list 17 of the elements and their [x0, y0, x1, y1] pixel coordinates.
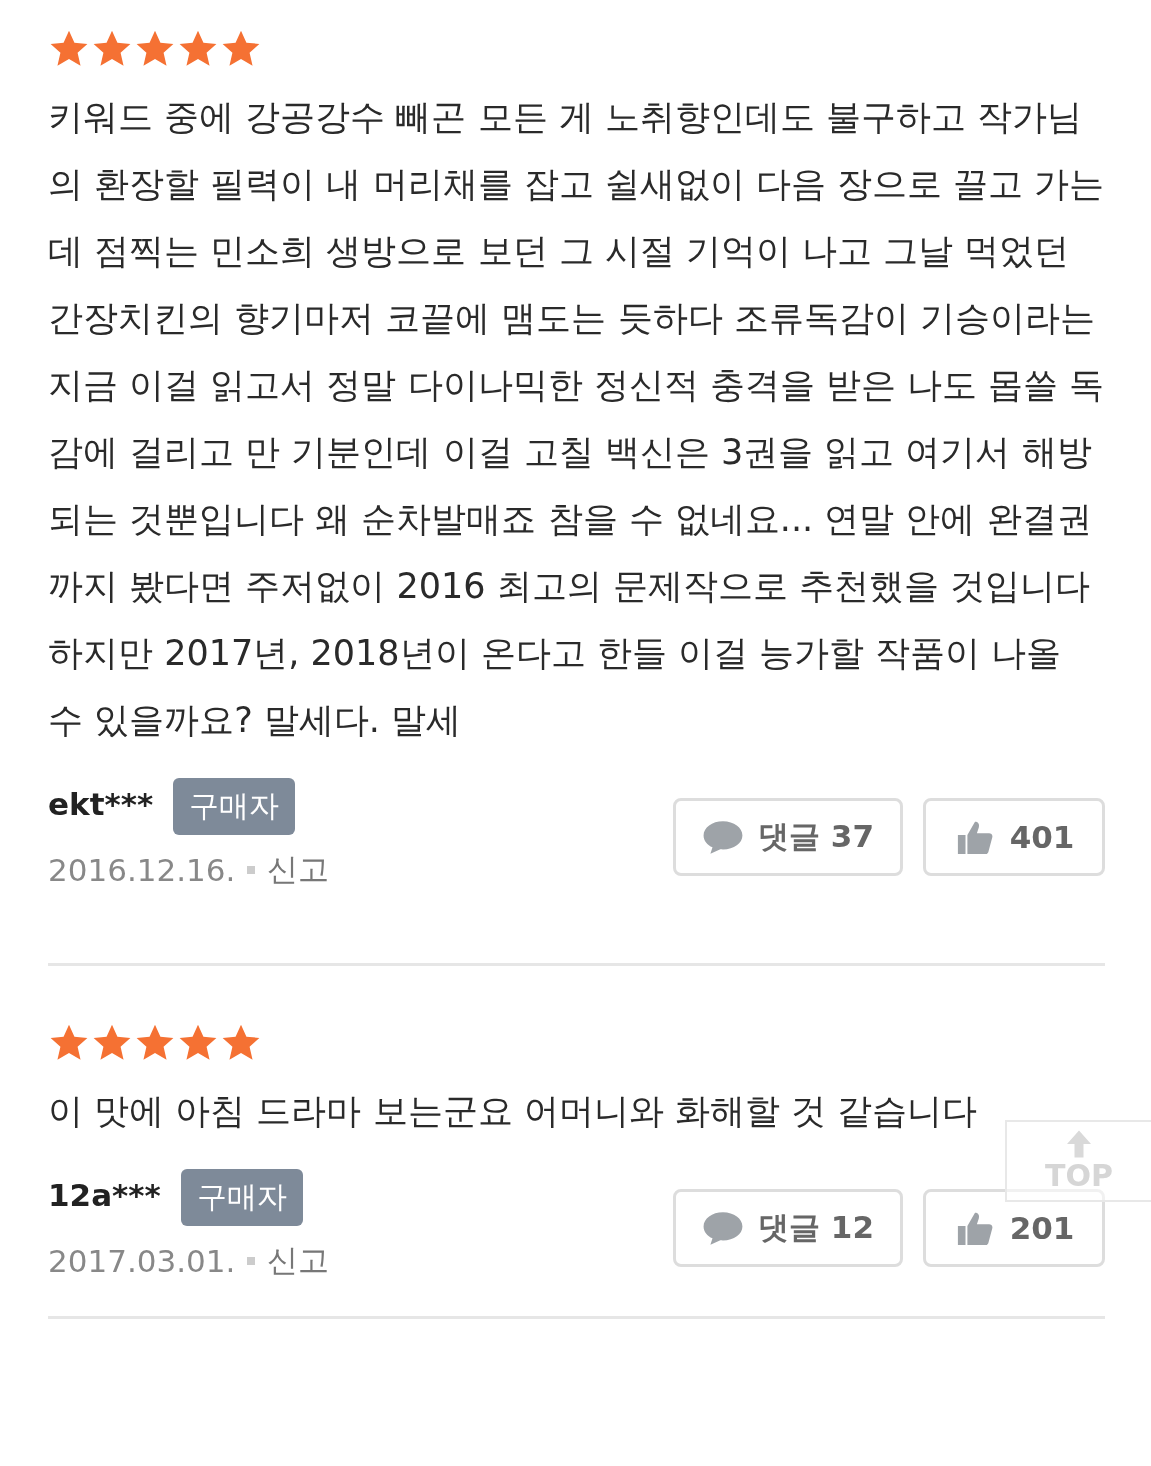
username: 12a***: [48, 1177, 161, 1213]
review-date: 2016.12.16.: [48, 852, 236, 888]
comment-button[interactable]: 댓글 12: [673, 1189, 903, 1267]
comment-button[interactable]: 댓글 37: [673, 798, 903, 876]
up-arrow-icon: [1064, 1129, 1094, 1159]
like-button[interactable]: 401: [923, 798, 1105, 876]
username: ekt***: [48, 786, 154, 822]
review-text: 이 맛에 아침 드라마 보는군요 어머니와 화해할 것 같습니다: [48, 1090, 977, 1133]
speech-bubble-icon: [702, 818, 745, 856]
like-button[interactable]: 201: [923, 1189, 1105, 1267]
speech-bubble-icon: [702, 1209, 745, 1247]
report-link[interactable]: 신고: [267, 849, 330, 891]
buyer-badge: 구매자: [180, 1169, 303, 1226]
review-date: 2017.03.01.: [48, 1243, 236, 1279]
review-text: 키워드 중에 강공강수 빼곤 모든 게 노취향인데도 불구하고 작가님의 환장할 필력이 내 머리채를 잡고 쉴새없이 다음 장으로 끌고 가는데 점찍는 민소희 생방으로 보던 그 시절 기억이 나고 그날 먹었던 간장치킨의 향기마저 코끝에 맴도는 듯하다 조류독감이 기승이라는 지금 이걸 읽고서 정말 다이나믹한 정신적 충격을 받은 나도 몹쓸 독감에 걸리고 만 기분인데 이걸 고칠 백신은 3권을 읽고 여기서 해방되는 것뿐입니다 왜 순차발매죠 참을 수 없네요... 연말 안에 완결권까지 봤다면 주저없이 2016 최고의 문제작으로 추천했을 것입니다 하지만 2017년, 2018년이 온다고 한들 이걸 능가할 작품이 나올 수 있을까요? 말세다. 말세: [48, 96, 1105, 742]
buyer-badge: 구매자: [173, 778, 296, 835]
report-link[interactable]: 신고: [267, 1240, 330, 1282]
